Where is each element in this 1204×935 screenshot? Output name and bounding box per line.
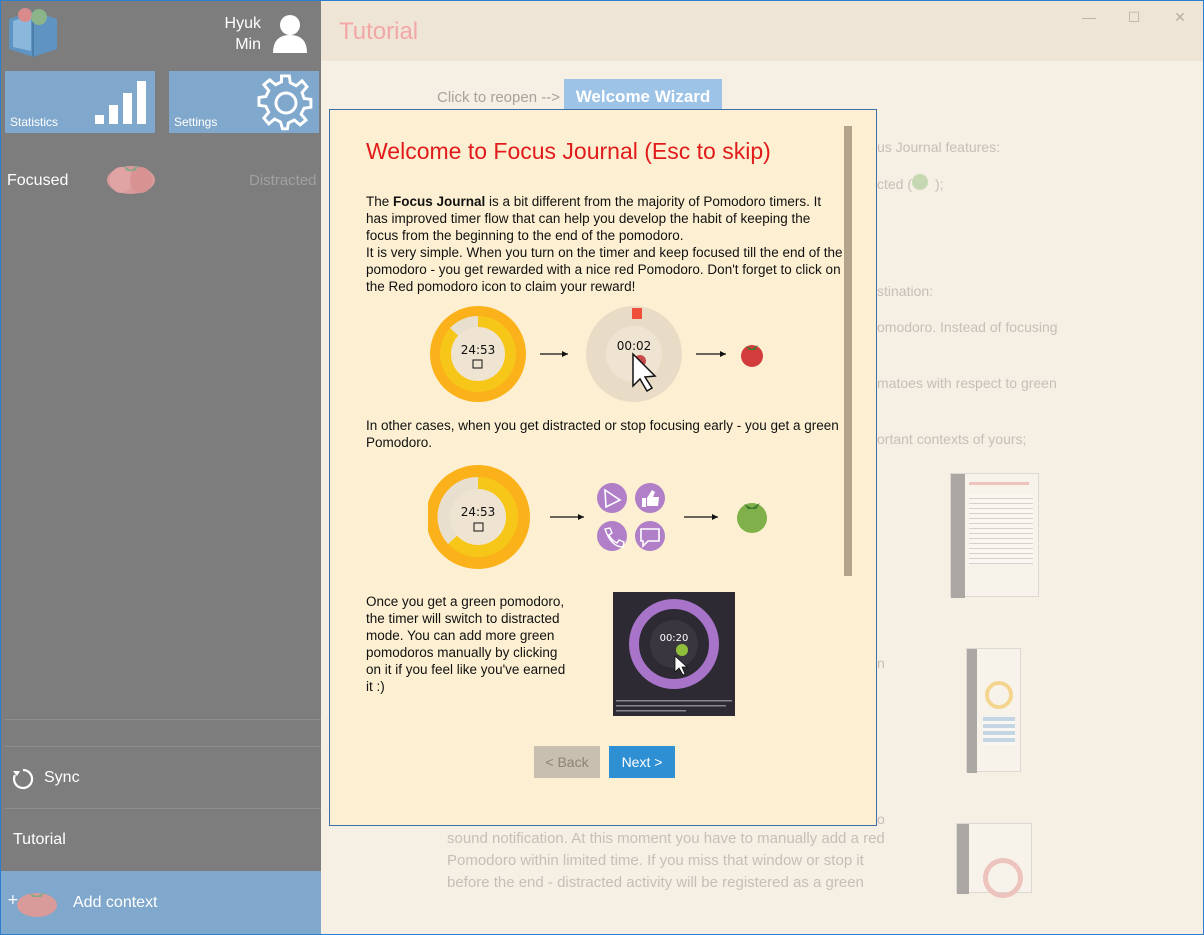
- green-tomato-icon: [912, 174, 928, 190]
- background-text: n: [877, 655, 885, 671]
- close-icon[interactable]: ✕: [1166, 7, 1194, 27]
- distracted-flow-illustration: 24:53: [428, 465, 767, 569]
- settings-tile[interactable]: Settings: [169, 71, 319, 133]
- background-text: matoes with respect to green: [877, 375, 1057, 391]
- divider: [5, 719, 321, 720]
- green-pomodoro-paragraph: Once you get a green pomodoro, the timer…: [366, 594, 566, 694]
- background-text: before the end - distracted activity wil…: [447, 874, 864, 891]
- sync-label: Sync: [44, 769, 80, 786]
- background-text: sound notification. At this moment you h…: [447, 830, 885, 847]
- red-tomato-icon: [741, 345, 763, 367]
- sidebar: Hyuk Min Statistics Settings Focused Dis…: [1, 1, 321, 934]
- timer-ring-icon: 24:53: [428, 465, 530, 569]
- svg-text:+: +: [7, 892, 19, 908]
- background-text: omodoro. Instead of focusing: [877, 319, 1058, 335]
- tutorial-thumbnail: [966, 648, 1021, 773]
- maximize-icon[interactable]: ☐: [1120, 7, 1148, 27]
- welcome-dialog: Welcome to Focus Journal (Esc to skip) T…: [329, 109, 877, 826]
- tomato-icon[interactable]: [105, 161, 157, 195]
- timer-done-icon: 00:02: [586, 306, 682, 402]
- background-text: ortant contexts of yours;: [877, 431, 1027, 447]
- add-context-button[interactable]: + Add context: [1, 871, 321, 934]
- app-window: Hyuk Min Statistics Settings Focused Dis…: [0, 0, 1204, 935]
- timer-ring-icon: 24:53: [430, 306, 526, 402]
- sync-button[interactable]: Sync: [1, 747, 321, 809]
- dialog-scrollbar[interactable]: [844, 126, 852, 576]
- distracted-mode-screenshot: 00:20: [613, 592, 735, 716]
- gear-icon: [257, 74, 313, 131]
- user-icon[interactable]: [271, 13, 309, 53]
- add-context-label: Add context: [73, 894, 158, 911]
- fig3-timer: 00:20: [660, 633, 689, 644]
- app-logo-icon: [9, 8, 57, 57]
- distracted-paragraph: In other cases, when you get distracted …: [366, 418, 839, 450]
- minimize-icon[interactable]: —: [1075, 7, 1103, 27]
- next-button[interactable]: Next >: [609, 746, 675, 778]
- tutorial-nav-item[interactable]: Tutorial: [13, 831, 66, 849]
- intro-bold: Focus Journal: [393, 194, 486, 209]
- reopen-text: Click to reopen -->: [437, 89, 560, 106]
- sync-icon: [12, 768, 34, 790]
- divider: [5, 808, 321, 809]
- fig2-timer: 24:53: [461, 505, 496, 519]
- focused-label: Focused: [7, 172, 69, 189]
- welcome-wizard-button[interactable]: Welcome Wizard: [564, 79, 722, 109]
- statistics-label: Statistics: [10, 115, 59, 129]
- chat-icon: [635, 521, 665, 551]
- background-text: );: [935, 176, 944, 192]
- fig1-timer2: 00:02: [617, 339, 652, 353]
- background-text: stination:: [877, 283, 934, 299]
- statistics-tile[interactable]: Statistics: [5, 71, 155, 133]
- intro-prefix: The: [366, 194, 394, 209]
- user-last-name: Min: [235, 36, 261, 53]
- title-bar: Tutorial — ☐ ✕: [321, 1, 1203, 61]
- distracted-label: Distracted: [249, 172, 317, 189]
- background-text: Pomodoro within limited time. If you mis…: [447, 852, 864, 869]
- green-tomato-icon: [737, 503, 767, 533]
- background-text: o: [877, 811, 885, 827]
- fig1-timer: 24:53: [461, 343, 496, 357]
- background-text: cted (: [877, 176, 913, 192]
- settings-label: Settings: [174, 115, 218, 129]
- bar-chart-icon: [95, 81, 146, 124]
- pizza-icon: [597, 483, 627, 513]
- add-tomato-icon: +: [7, 892, 57, 917]
- intro-line2: It is very simple. When you turn on the …: [366, 245, 843, 294]
- back-button[interactable]: < Back: [534, 746, 600, 778]
- tutorial-thumbnail: [956, 823, 1032, 898]
- dialog-title: Welcome to Focus Journal (Esc to skip): [366, 138, 771, 164]
- focused-flow-illustration: 24:53 00:02: [430, 306, 763, 402]
- background-text: us Journal features:: [877, 139, 1000, 155]
- intro-paragraph: The Focus Journal is a bit different fro…: [366, 193, 844, 295]
- user-first-name: Hyuk: [224, 15, 261, 32]
- user-name[interactable]: Hyuk Min: [213, 13, 261, 55]
- page-title: Tutorial: [339, 18, 419, 45]
- tutorial-thumbnail: [950, 473, 1039, 598]
